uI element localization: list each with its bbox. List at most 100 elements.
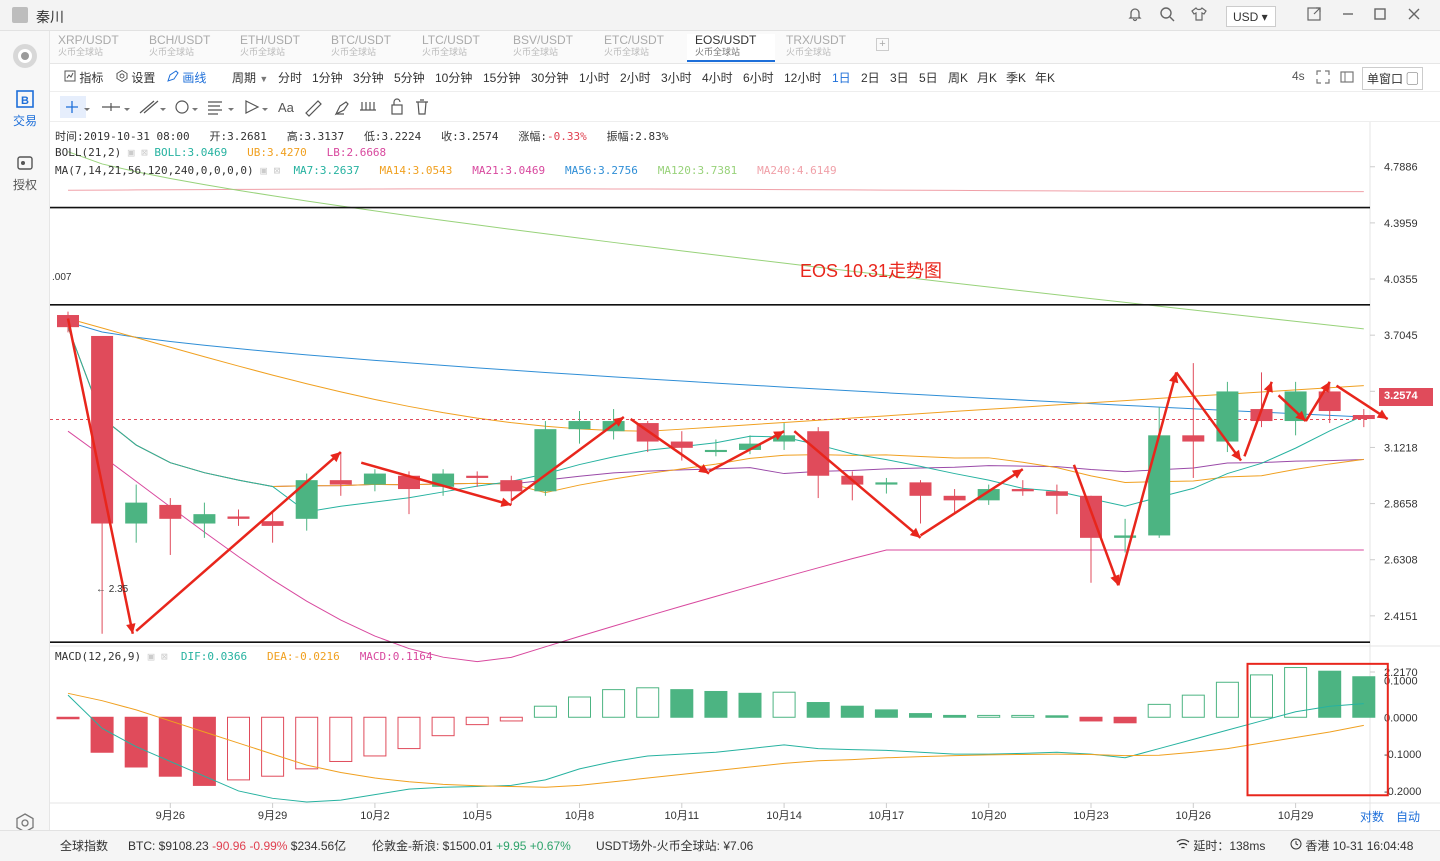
usdt-otc-ticker[interactable]: USDT场外-火币全球站: ¥7.06: [596, 837, 753, 854]
trash-icon[interactable]: [416, 99, 428, 115]
candle-body[interactable]: [1182, 435, 1205, 442]
period-6小时[interactable]: 6小时: [743, 69, 774, 86]
period-分时[interactable]: 分时: [278, 69, 302, 86]
btc-ticker[interactable]: BTC: $9108.23 -90.96 -0.99% $234.56亿: [128, 837, 346, 854]
period-15分钟[interactable]: 15分钟: [483, 69, 520, 86]
candle-body[interactable]: [91, 335, 114, 524]
minimize-icon[interactable]: [1338, 6, 1358, 26]
candle-body[interactable]: [1045, 491, 1068, 496]
tab-ltc-usdt[interactable]: LTC/USDT 火币全球站: [414, 34, 502, 62]
period-2日[interactable]: 2日: [861, 69, 880, 86]
sidebar-item-authorize[interactable]: 授权: [0, 153, 50, 193]
period-年K[interactable]: 年K: [1035, 69, 1055, 86]
toggle-icon[interactable]: ▣: [128, 146, 135, 159]
fibonacci-tool-icon[interactable]: [208, 101, 234, 115]
candle-body[interactable]: [125, 502, 148, 524]
close-icon[interactable]: [1404, 6, 1424, 26]
tab-bch-usdt[interactable]: BCH/USDT 火币全球站: [141, 34, 229, 62]
tab-eos-usdt[interactable]: EOS/USDT 火币全球站: [687, 34, 775, 62]
tab-btc-usdt[interactable]: BTC/USDT 火币全球站: [323, 34, 411, 62]
candle-body[interactable]: [500, 480, 523, 492]
period-季K[interactable]: 季K: [1006, 69, 1026, 86]
candlestick-chart[interactable]: 4.78864.39594.03553.70453.40073.12182.86…: [50, 122, 1440, 830]
sidebar-item-trade[interactable]: B 交易: [0, 89, 50, 129]
candle-body[interactable]: [193, 514, 216, 524]
toggle-icon[interactable]: ▣: [260, 164, 267, 177]
draw-button[interactable]: 画线: [167, 69, 206, 86]
settings-button[interactable]: 设置: [116, 69, 155, 86]
period-2小时[interactable]: 2小时: [620, 69, 651, 86]
maximize-icon[interactable]: [1370, 6, 1390, 26]
candle-body[interactable]: [295, 480, 318, 519]
period-3分钟[interactable]: 3分钟: [353, 69, 384, 86]
candle-body[interactable]: [909, 482, 932, 496]
close-icon[interactable]: ⊠: [161, 650, 168, 663]
auto-scale-toggle[interactable]: 自动: [1396, 808, 1420, 825]
window-mode-select[interactable]: 单窗口 ▢: [1362, 67, 1424, 90]
brush-tool-icon[interactable]: [334, 101, 349, 116]
tab-bsv-usdt[interactable]: BSV/USDT 火币全球站: [505, 34, 593, 62]
candle-body[interactable]: [670, 441, 693, 448]
log-scale-toggle[interactable]: 对数: [1360, 808, 1384, 825]
close-icon[interactable]: ⊠: [141, 146, 148, 159]
text-tool-icon[interactable]: Aa: [278, 100, 295, 115]
fullscreen-icon[interactable]: [1316, 70, 1330, 87]
candle-body[interactable]: [159, 504, 182, 519]
candle-body[interactable]: [943, 495, 966, 501]
shirt-icon[interactable]: [1189, 6, 1209, 26]
close-icon[interactable]: ⊠: [274, 164, 281, 177]
search-icon[interactable]: [1157, 6, 1177, 26]
tab-xrp-usdt[interactable]: XRP/USDT 火币全球站: [50, 34, 138, 62]
period-月K[interactable]: 月K: [977, 69, 997, 86]
refresh-interval[interactable]: 4s: [1292, 69, 1305, 83]
period-5日[interactable]: 5日: [919, 69, 938, 86]
magnet-tool-icon[interactable]: [360, 102, 376, 111]
period-4小时[interactable]: 4小时: [702, 69, 733, 86]
trend-line-tool-icon[interactable]: [139, 100, 166, 114]
candle-body[interactable]: [227, 516, 250, 519]
global-index-link[interactable]: 全球指数: [60, 837, 108, 854]
toggle-icon[interactable]: ▣: [148, 650, 155, 663]
candle-body[interactable]: [466, 475, 489, 478]
indicators-button[interactable]: 指标: [64, 69, 103, 86]
candle-body[interactable]: [875, 482, 898, 485]
currency-select[interactable]: USD ▾: [1226, 6, 1276, 27]
candle-body[interactable]: [261, 521, 284, 526]
period-1分钟[interactable]: 1分钟: [312, 69, 343, 86]
period-5分钟[interactable]: 5分钟: [394, 69, 425, 86]
period-12小时[interactable]: 12小时: [784, 69, 821, 86]
gold-ticker[interactable]: 伦敦金-新浪: $1500.01 +9.95 +0.67%: [372, 837, 571, 854]
tab-eth-usdt[interactable]: ETH/USDT 火币全球站: [232, 34, 320, 62]
candle-body[interactable]: [704, 449, 727, 453]
export-icon[interactable]: [1304, 6, 1324, 26]
lock-tool-icon[interactable]: [391, 98, 403, 115]
measure-tool-icon[interactable]: [305, 100, 322, 117]
period-3日[interactable]: 3日: [890, 69, 909, 86]
circle-tool-icon[interactable]: [175, 100, 198, 114]
add-tab-icon[interactable]: +: [876, 38, 889, 51]
tab-trx-usdt[interactable]: TRX/USDT 火币全球站: [778, 34, 866, 62]
candle-body[interactable]: [807, 431, 830, 476]
candle-body[interactable]: [363, 473, 386, 485]
layout-icon[interactable]: [1340, 70, 1354, 87]
period-1小时[interactable]: 1小时: [579, 69, 610, 86]
candle-body[interactable]: [1148, 435, 1171, 536]
candle-body[interactable]: [568, 421, 591, 430]
crosshair-tool-icon[interactable]: [60, 96, 90, 118]
pattern-tool-icon[interactable]: [245, 100, 268, 114]
period-30分钟[interactable]: 30分钟: [531, 69, 568, 86]
period-周K[interactable]: 周K: [948, 69, 968, 86]
period-10分钟[interactable]: 10分钟: [435, 69, 472, 86]
period-3小时[interactable]: 3小时: [661, 69, 692, 86]
horizontal-line-tool-icon[interactable]: [102, 103, 130, 111]
period-dropdown[interactable]: 周期 ▼: [232, 69, 268, 86]
chart-area[interactable]: 4.78864.39594.03553.70453.40073.12182.86…: [50, 122, 1440, 830]
candle-body[interactable]: [1011, 489, 1034, 492]
bell-icon[interactable]: [1125, 6, 1145, 26]
candle-body[interactable]: [1352, 415, 1375, 420]
tab-etc-usdt[interactable]: ETC/USDT 火币全球站: [596, 34, 684, 62]
user-avatar-icon[interactable]: [12, 7, 28, 23]
period-1日[interactable]: 1日: [832, 69, 851, 86]
candle-body[interactable]: [329, 480, 352, 485]
candle-body[interactable]: [1216, 391, 1239, 442]
